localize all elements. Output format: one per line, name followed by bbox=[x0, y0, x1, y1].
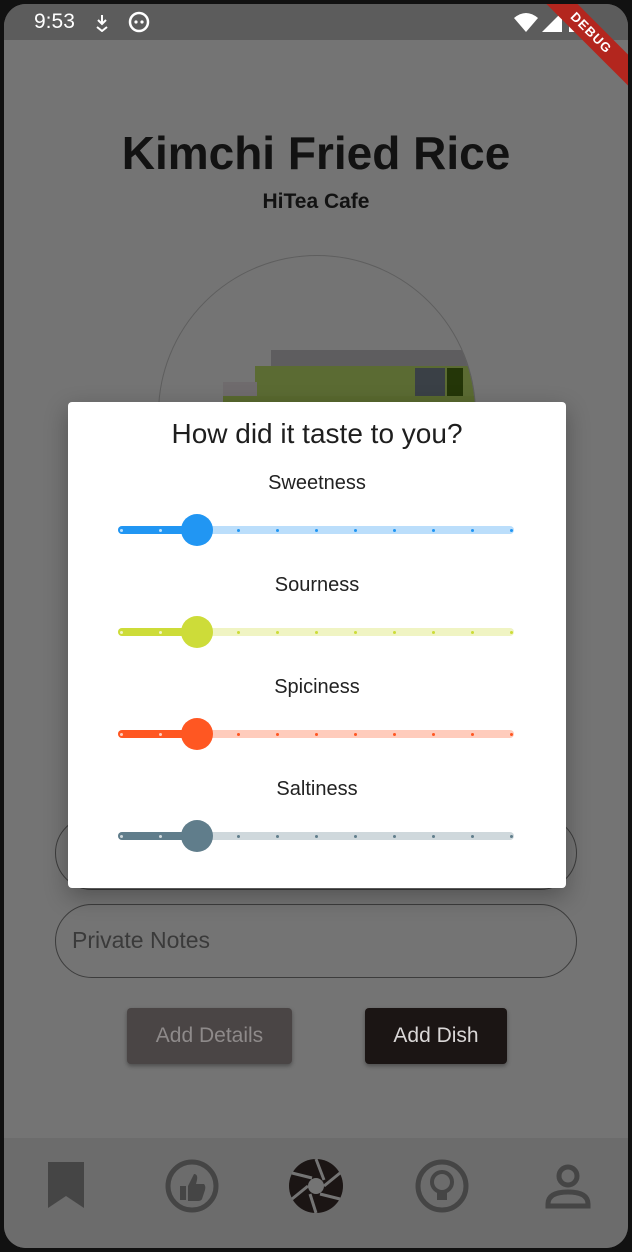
saltiness-slider[interactable] bbox=[118, 818, 514, 854]
slider-tick bbox=[353, 630, 357, 634]
slider-tick bbox=[158, 528, 162, 532]
slider-tick bbox=[236, 834, 240, 838]
slider-tick bbox=[509, 528, 513, 532]
slider-tick bbox=[314, 528, 318, 532]
slider-tick bbox=[236, 630, 240, 634]
slider-tick bbox=[431, 834, 435, 838]
status-time: 9:53 bbox=[34, 10, 75, 33]
slider-tick bbox=[158, 834, 162, 838]
slider-tick bbox=[314, 834, 318, 838]
slider-tick bbox=[119, 732, 123, 736]
slider-tick bbox=[392, 834, 396, 838]
saltiness-label: Saltiness bbox=[276, 778, 358, 800]
slider-tick bbox=[431, 528, 435, 532]
slider-tick bbox=[353, 834, 357, 838]
slider-tick bbox=[470, 630, 474, 634]
taste-dialog: How did it taste to you? Sweetness Sourn… bbox=[68, 402, 566, 888]
slider-thumb[interactable] bbox=[181, 616, 214, 648]
spiciness-label: Spiciness bbox=[274, 676, 360, 698]
android-icon bbox=[128, 11, 150, 33]
wifi-icon bbox=[514, 13, 538, 32]
slider-tick bbox=[314, 732, 318, 736]
restaurant-name: HiTea Cafe bbox=[262, 190, 370, 213]
thumbs-up-icon[interactable] bbox=[162, 1156, 222, 1216]
sourness-label: Sourness bbox=[274, 574, 360, 596]
private-notes-field[interactable]: Private Notes bbox=[55, 904, 577, 978]
slider-tick bbox=[119, 630, 123, 634]
slider-tick bbox=[470, 732, 474, 736]
slider-tick bbox=[119, 834, 123, 838]
sweetness-label: Sweetness bbox=[268, 472, 366, 494]
add-dish-button[interactable]: Add Dish bbox=[365, 1008, 507, 1064]
slider-thumb[interactable] bbox=[181, 820, 214, 852]
slider-tick bbox=[158, 630, 162, 634]
lightbulb-icon[interactable] bbox=[412, 1156, 472, 1216]
slider-tick bbox=[275, 630, 279, 634]
slider-tick bbox=[392, 630, 396, 634]
sweetness-slider[interactable] bbox=[118, 512, 514, 548]
slider-tick bbox=[236, 528, 240, 532]
bookmark-icon[interactable] bbox=[36, 1156, 96, 1216]
slider-tick bbox=[431, 630, 435, 634]
slider-tick bbox=[353, 732, 357, 736]
slider-tick bbox=[509, 732, 513, 736]
slider-thumb[interactable] bbox=[181, 514, 214, 546]
slider-tick bbox=[470, 834, 474, 838]
add-details-button[interactable]: Add Details bbox=[127, 1008, 292, 1064]
slider-tick bbox=[392, 528, 396, 532]
slider-tick bbox=[275, 732, 279, 736]
slider-tick bbox=[236, 732, 240, 736]
slider-tick bbox=[275, 834, 279, 838]
camera-shutter-icon[interactable] bbox=[286, 1156, 346, 1216]
dish-title: Kimchi Fried Rice bbox=[121, 127, 511, 179]
slider-tick bbox=[119, 528, 123, 532]
dialog-title: How did it taste to you? bbox=[171, 418, 463, 449]
bottom-nav bbox=[4, 1138, 628, 1248]
download-icon bbox=[96, 15, 108, 32]
private-notes-placeholder: Private Notes bbox=[72, 927, 211, 953]
phone-screen: 9:53 DEBUG Kimchi Fried Rice HiTea Cafe bbox=[4, 4, 628, 1248]
slider-tick bbox=[392, 732, 396, 736]
slider-tick bbox=[509, 834, 513, 838]
slider-tick bbox=[470, 528, 474, 532]
slider-tick bbox=[509, 630, 513, 634]
slider-tick bbox=[275, 528, 279, 532]
sourness-slider[interactable] bbox=[118, 614, 514, 650]
slider-tick bbox=[158, 732, 162, 736]
slider-tick bbox=[314, 630, 318, 634]
person-icon[interactable] bbox=[538, 1156, 598, 1216]
slider-tick bbox=[431, 732, 435, 736]
slider-tick bbox=[353, 528, 357, 532]
spiciness-slider[interactable] bbox=[118, 716, 514, 752]
slider-thumb[interactable] bbox=[181, 718, 214, 750]
status-bar: 9:53 DEBUG bbox=[4, 4, 628, 94]
